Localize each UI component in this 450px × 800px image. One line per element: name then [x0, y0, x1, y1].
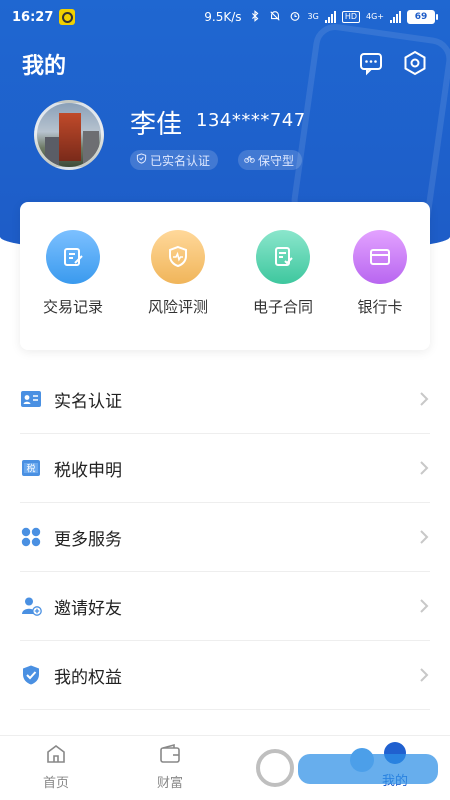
user-phone: 134****747 [196, 110, 306, 131]
risk-level-label: 保守型 [258, 153, 295, 168]
menu-item-tax-declaration[interactable]: 税 税收申明 [20, 434, 430, 503]
quick-action-e-contract[interactable]: 电子合同 [233, 230, 333, 317]
settings-icon[interactable] [402, 50, 428, 76]
verified-label: 已实名认证 [150, 153, 211, 168]
status-time: 16:27 [12, 9, 54, 25]
svg-text:税: 税 [26, 463, 35, 475]
quick-action-trade-records[interactable]: 交易记录 [23, 230, 123, 317]
signal1-tag: 3G [307, 12, 319, 21]
signal2-icon [390, 11, 401, 23]
menu-item-label: 我的权益 [54, 667, 122, 688]
menu-item-label: 更多服务 [54, 529, 122, 550]
home-icon [47, 745, 65, 763]
menu-item-invite-friends[interactable]: 邀请好友 [20, 572, 430, 641]
signal1-icon [324, 11, 336, 23]
menu-item-more-services[interactable]: 更多服务 [20, 503, 430, 572]
signal2-tag: 4G+ [366, 12, 384, 21]
status-indicators: 9.5K/s 3G HD 4G+ 69 [204, 9, 438, 25]
profile-screen: 16:27 9.5K/s 3G HD 4G+ 69 我的 李佳 134****7… [0, 0, 450, 800]
verified-badge[interactable]: 已实名认证 [130, 150, 219, 170]
quick-action-label: 交易记录 [42, 298, 103, 316]
chevron-right-icon [420, 599, 429, 613]
menu-item-label: 实名认证 [54, 391, 122, 412]
page-title: 我的 [22, 54, 67, 79]
bank-card-icon [353, 230, 407, 284]
tab-label: 财富 [156, 776, 183, 791]
tax-icon: 税 [20, 457, 42, 479]
edit-icon [46, 230, 100, 284]
quick-action-risk-assessment[interactable]: 风险评测 [128, 230, 228, 317]
risk-level-badge[interactable]: 保守型 [238, 150, 303, 170]
battery-icon: 69 [407, 10, 438, 24]
chevron-right-icon [420, 530, 429, 544]
status-bar: 16:27 9.5K/s 3G HD 4G+ 69 [0, 0, 450, 34]
shield-small-icon [136, 153, 147, 167]
menu-item-label: 邀请好友 [54, 598, 122, 619]
add-user-icon [20, 595, 42, 617]
hd-tag: HD [341, 11, 360, 23]
id-card-icon [20, 388, 42, 410]
site-watermark-logo [256, 748, 438, 787]
menu-item-real-name-auth[interactable]: 实名认证 [20, 365, 430, 434]
avatar[interactable] [34, 100, 104, 170]
bike-small-icon [244, 153, 255, 167]
network-speed: 9.5K/s [204, 10, 242, 24]
tab-home[interactable]: 首页 [16, 742, 96, 791]
quick-action-bank-card[interactable]: 银行卡 [330, 230, 430, 317]
tab-label: 首页 [42, 776, 69, 791]
chevron-right-icon [420, 392, 429, 406]
wallet-icon [160, 743, 180, 763]
chevron-right-icon [420, 668, 429, 682]
mute-icon [268, 10, 282, 25]
quick-action-label: 银行卡 [357, 298, 403, 316]
user-name: 李佳 [130, 110, 183, 140]
battery-level: 69 [407, 10, 435, 24]
menu-item-my-benefits[interactable]: 我的权益 [20, 641, 430, 710]
app-notification-icon [59, 9, 76, 25]
quick-action-label: 电子合同 [252, 298, 313, 316]
shield-check-icon [20, 664, 42, 686]
contract-icon [256, 230, 310, 284]
menu-list: 实名认证 税 税收申明 更多服务 邀请好友 我的权益 [0, 365, 450, 710]
quick-action-label: 风险评测 [147, 298, 208, 316]
message-icon[interactable] [358, 50, 384, 76]
alarm-icon [288, 10, 302, 25]
tab-wealth[interactable]: 财富 [130, 742, 210, 791]
chevron-right-icon [420, 461, 429, 475]
menu-item-label: 税收申明 [54, 460, 122, 481]
bluetooth-icon [248, 9, 262, 25]
risk-shield-icon [151, 230, 205, 284]
grid-icon [20, 526, 42, 548]
quick-actions-card: 交易记录 风险评测 电子合同 银行卡 [20, 202, 430, 350]
